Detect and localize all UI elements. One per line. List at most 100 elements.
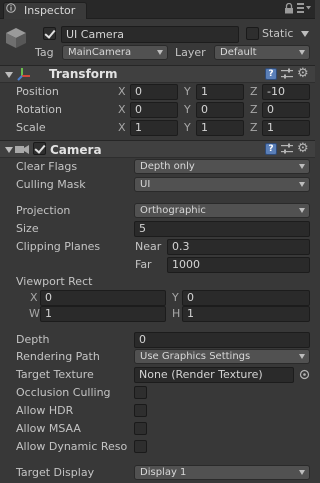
chevron-down-icon [299,470,305,475]
target-display-label: Target Display [16,466,95,479]
gear-icon[interactable]: ⚙ [297,142,309,155]
projection-dropdown[interactable]: Orthographic [134,203,310,218]
culling-mask-value: UI [140,179,151,190]
viewport-h-label[interactable]: H [172,307,180,320]
axis-y-label[interactable]: Y [184,85,191,98]
rotation-x-field[interactable]: 0 [130,102,178,118]
far-label[interactable]: Far [135,258,152,271]
size-label: Size [16,222,39,235]
rendering-path-label: Rendering Path [16,350,100,363]
clipping-planes-label: Clipping Planes [16,240,101,253]
axis-x-label[interactable]: X [118,85,126,98]
transform-axes-icon [17,68,30,81]
transform-scale-label: Scale [16,121,46,134]
viewport-y-field[interactable]: 0 [182,290,310,306]
rotation-y-field[interactable]: 0 [196,102,244,118]
preset-sliders-icon[interactable] [281,143,293,155]
scale-x-field[interactable]: 1 [130,120,178,136]
chevron-down-icon [299,164,305,169]
occlusion-culling-checkbox[interactable] [134,386,147,399]
static-label[interactable]: Static [262,27,293,40]
tab-label: Inspector [24,4,76,17]
projection-label: Projection [16,204,71,217]
chevron-down-icon [299,50,305,55]
camera-title: Camera [50,143,102,157]
depth-field[interactable]: 0 [134,332,310,348]
transform-rotation-label: Rotation [16,103,63,116]
rendering-path-dropdown[interactable]: Use Graphics Settings [134,349,310,364]
camera-enabled-checkbox[interactable] [33,142,46,155]
viewport-x-field[interactable]: 0 [40,290,166,306]
axis-y-label[interactable]: Y [184,103,191,116]
target-texture-label: Target Texture [16,368,94,381]
target-display-dropdown[interactable]: Display 1 [134,465,310,480]
gear-icon[interactable]: ⚙ [297,67,309,80]
culling-mask-label: Culling Mask [16,178,86,191]
viewport-h-field[interactable]: 1 [182,306,310,322]
chevron-down-icon [157,50,163,55]
layer-dropdown[interactable]: Default [214,45,310,60]
info-icon [6,3,16,13]
chevron-down-icon [299,182,305,187]
tag-label: Tag [35,46,54,59]
gameobject-name-field[interactable]: UI Camera [61,26,239,43]
help-icon[interactable]: ? [265,68,277,80]
gameobject-active-checkbox[interactable] [43,27,56,40]
culling-mask-dropdown[interactable]: UI [134,177,310,192]
tag-value: MainCamera [68,47,132,58]
size-field[interactable]: 5 [134,221,310,237]
far-clip-field[interactable]: 1000 [167,257,310,273]
viewport-w-label[interactable]: W [29,307,40,320]
static-checkbox[interactable] [246,27,259,40]
occlusion-culling-label: Occlusion Culling [16,386,111,399]
viewport-rect-label: Viewport Rect [16,275,93,288]
allow-hdr-checkbox[interactable] [134,404,147,417]
transform-foldout-icon[interactable] [5,72,13,78]
axis-x-label[interactable]: X [118,103,126,116]
allow-hdr-label: Allow HDR [16,404,74,417]
target-texture-field[interactable]: None (Render Texture) [134,367,294,383]
allow-dynamic-reso-label: Allow Dynamic Reso [16,440,128,453]
rotation-z-field[interactable]: 0 [262,102,310,118]
viewport-x-label[interactable]: X [30,291,38,304]
camera-foldout-icon[interactable] [5,147,13,153]
static-dropdown-arrow-icon[interactable] [301,31,309,37]
transform-title: Transform [49,67,118,81]
scale-y-field[interactable]: 1 [196,120,244,136]
layer-value: Default [220,47,257,58]
viewport-y-label[interactable]: Y [172,291,179,304]
transform-position-label: Position [16,85,59,98]
depth-label: Depth [16,333,50,346]
camera-icon [15,145,29,154]
axis-y-label[interactable]: Y [184,121,191,134]
target-display-value: Display 1 [140,467,187,478]
allow-msaa-label: Allow MSAA [16,422,81,435]
preset-sliders-icon[interactable] [281,68,293,80]
near-clip-field[interactable]: 0.3 [167,239,310,255]
clear-flags-dropdown[interactable]: Depth only [134,159,310,174]
chevron-down-icon [299,354,305,359]
position-z-field[interactable]: -10 [262,84,310,100]
clear-flags-value: Depth only [140,161,195,172]
axis-x-label[interactable]: X [118,121,126,134]
position-y-field[interactable]: 1 [196,84,244,100]
chevron-down-icon [299,208,305,213]
viewport-w-field[interactable]: 1 [40,306,166,322]
projection-value: Orthographic [140,205,206,216]
position-x-field[interactable]: 0 [130,84,178,100]
near-label[interactable]: Near [135,240,161,253]
object-picker-icon[interactable] [299,369,310,380]
gameobject-cube-icon [6,28,26,48]
axis-z-label[interactable]: Z [250,121,258,134]
help-icon[interactable]: ? [265,143,277,155]
window-menu-icon[interactable] [297,2,311,17]
tag-dropdown[interactable]: MainCamera [62,45,168,60]
clear-flags-label: Clear Flags [16,160,78,173]
scale-z-field[interactable]: 1 [262,120,310,136]
allow-dynamic-reso-checkbox[interactable] [134,440,147,453]
allow-msaa-checkbox[interactable] [134,422,147,435]
axis-z-label[interactable]: Z [250,85,258,98]
axis-z-label[interactable]: Z [250,103,258,116]
layer-label: Layer [175,46,206,59]
lock-icon[interactable] [284,2,294,17]
